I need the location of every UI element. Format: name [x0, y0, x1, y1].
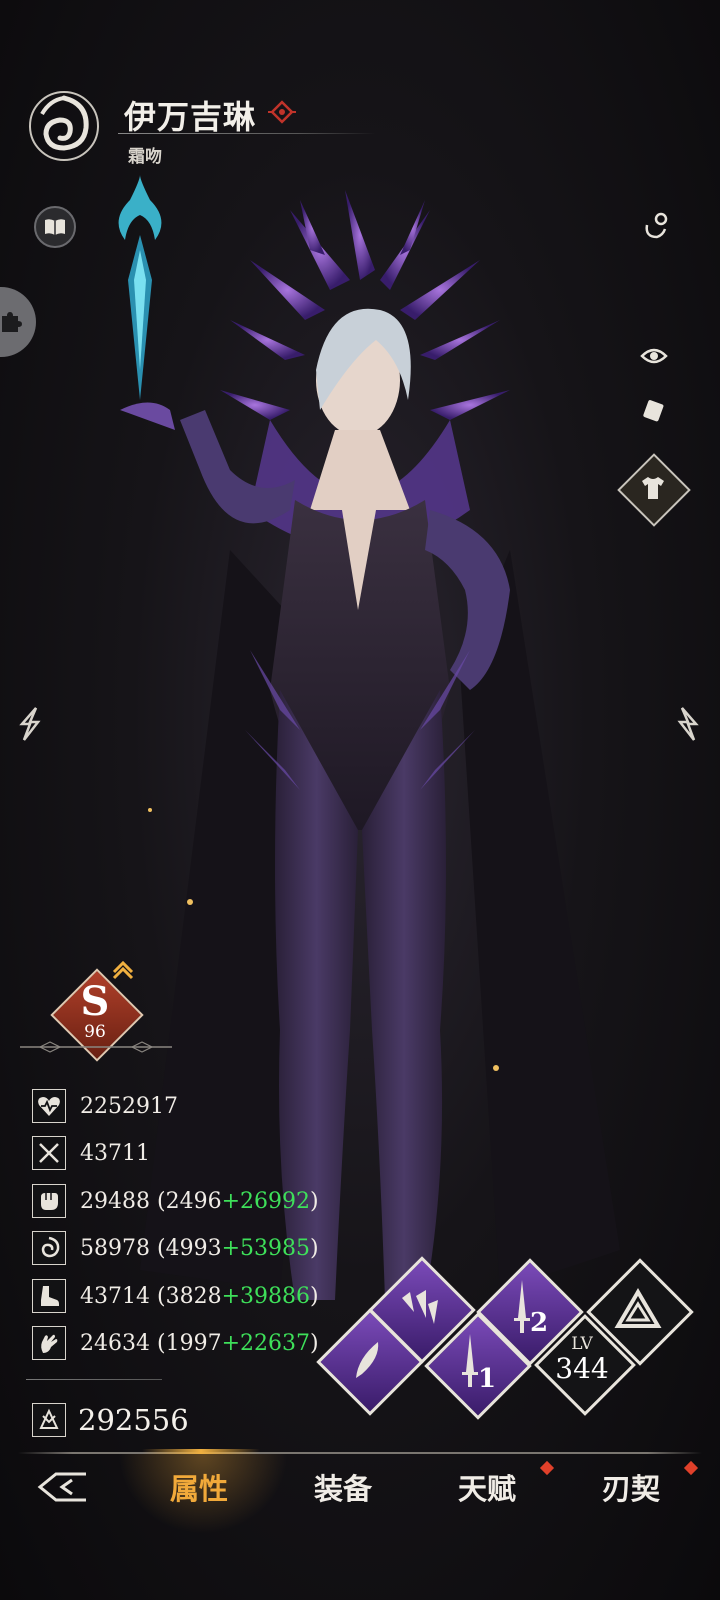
vortex-icon	[32, 1231, 66, 1265]
stats-divider	[26, 1379, 162, 1380]
stat-intellect-base: 4993	[165, 1235, 222, 1261]
background-button[interactable]	[634, 392, 674, 432]
stat-intellect-total: 58978	[80, 1235, 150, 1261]
stat-attack-value: 43711	[80, 1140, 150, 1166]
character-name: 伊万吉琳	[124, 98, 257, 136]
pose-icon	[645, 212, 668, 239]
stat-agility-total: 43714	[80, 1283, 150, 1309]
tab-attributes[interactable]: 属性	[170, 1466, 228, 1508]
crossed-swords-icon	[32, 1136, 66, 1170]
chinese-knot-icon	[268, 100, 296, 124]
puzzle-icon	[2, 312, 22, 332]
talent-notification-dot	[539, 1460, 555, 1476]
stat-spirit-bonus: +22637	[221, 1330, 310, 1356]
combat-power-icon	[32, 1403, 66, 1437]
rank-letter: S	[80, 978, 110, 1025]
blade-pact-notification-dot	[683, 1460, 699, 1476]
stat-strength-total: 29488	[80, 1188, 150, 1214]
back-button-icon[interactable]	[36, 1470, 90, 1504]
card-icon	[643, 400, 664, 422]
stat-row-spirit: 24634 (1997+22637)	[32, 1325, 319, 1361]
next-character-arrow-icon[interactable]	[676, 706, 702, 742]
element-emblem-icon	[29, 91, 99, 161]
nav-divider	[18, 1452, 702, 1454]
eye-icon	[640, 348, 668, 364]
rank-level: 96	[84, 1022, 106, 1042]
fist-icon	[32, 1184, 66, 1218]
stat-row-attack: 43711	[32, 1135, 150, 1171]
name-underline	[118, 133, 376, 134]
stat-strength-bonus: +26992	[221, 1188, 310, 1214]
stat-spirit-total: 24634	[80, 1330, 150, 1356]
hand-icon	[32, 1326, 66, 1360]
stat-agility-base: 3828	[165, 1283, 222, 1309]
stat-row-intellect: 58978 (4993+53985)	[32, 1230, 319, 1266]
rank-ornament	[20, 1041, 172, 1053]
triangle-emblem-icon	[614, 1288, 662, 1328]
awakening-slot[interactable]	[586, 1258, 694, 1366]
character-model	[118, 175, 620, 1300]
stat-intellect-bonus: +53985	[221, 1235, 310, 1261]
upgrade-chevron-icon	[112, 960, 134, 980]
book-icon	[45, 219, 65, 235]
view-toggle-button[interactable]	[634, 336, 674, 376]
side-drawer-button[interactable]	[0, 287, 36, 357]
tab-blade-pact[interactable]: 刃契	[602, 1466, 660, 1508]
previous-character-arrow-icon[interactable]	[16, 706, 42, 742]
health-icon	[32, 1089, 66, 1123]
dagger-skill-icon	[462, 1334, 478, 1387]
shirt-icon	[642, 477, 664, 499]
tab-equipment[interactable]: 装备	[314, 1466, 372, 1508]
stat-row-agility: 43714 (3828+39886)	[32, 1278, 319, 1314]
boot-icon	[32, 1279, 66, 1313]
stat-strength-base: 2496	[165, 1188, 222, 1214]
character-title: 霜吻	[128, 147, 162, 167]
stat-agility-bonus: +39886	[221, 1283, 310, 1309]
stat-row-health: 2252917	[32, 1088, 178, 1124]
stat-spirit-base: 1997	[165, 1330, 222, 1356]
tab-talent[interactable]: 天赋	[458, 1466, 516, 1508]
pose-button[interactable]	[636, 206, 676, 246]
lore-book-button[interactable]	[34, 206, 76, 248]
skill-slot-1-number: 1	[478, 1364, 497, 1394]
dagger-skill-icon	[514, 1280, 530, 1333]
stat-health-value: 2252917	[80, 1093, 178, 1119]
stat-row-strength: 29488 (2496+26992)	[32, 1183, 319, 1219]
active-tab-indicator	[142, 1449, 260, 1454]
combat-power-value: 292556	[78, 1403, 189, 1437]
combat-power: 292556	[32, 1403, 189, 1437]
